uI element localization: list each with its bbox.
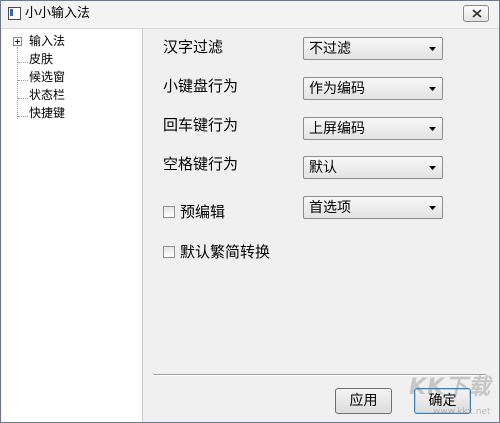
tree-item-label: 快捷键 <box>29 106 66 120</box>
hanzi-filter-value: 不过滤 <box>309 41 351 57</box>
chevron-down-icon <box>429 127 436 131</box>
small-keyboard-select[interactable]: 作为编码 <box>303 77 443 100</box>
space-key-label: 空格键行为 <box>163 155 239 173</box>
watermark-logo: KK下载 <box>409 375 492 400</box>
default-trad-simp-label: 默认繁简转换 <box>180 243 271 261</box>
small-keyboard-label: 小键盘行为 <box>163 77 239 95</box>
tree-item-shortcuts[interactable]: 快捷键 <box>29 104 65 122</box>
tree-item-candidate-window[interactable]: 候选窗 <box>29 68 65 86</box>
app-icon <box>8 7 21 20</box>
enter-key-label: 回车键行为 <box>163 116 239 134</box>
space-key-select[interactable]: 默认 <box>303 156 443 179</box>
hanzi-filter-select[interactable]: 不过滤 <box>303 37 443 60</box>
pre-edit-select[interactable]: 首选项 <box>303 196 443 219</box>
hanzi-filter-label: 汉字过滤 <box>163 38 224 56</box>
tree-item-label: 候选窗 <box>29 70 66 84</box>
chevron-down-icon <box>429 206 436 210</box>
tree-item-input-method[interactable]: 输入法 <box>29 32 65 50</box>
settings-window: 小小输入法 输入法 皮肤 候选窗 状态栏 快捷键 汉字过滤 不过滤 小键盘行为 … <box>0 0 500 423</box>
enter-key-select[interactable]: 上屏编码 <box>303 117 443 140</box>
close-icon <box>472 9 482 18</box>
tree-connector <box>18 98 28 100</box>
small-keyboard-value: 作为编码 <box>309 81 365 97</box>
tree-item-skin[interactable]: 皮肤 <box>29 50 53 68</box>
tree-item-label: 皮肤 <box>29 52 54 66</box>
settings-tree: 输入法 皮肤 候选窗 状态栏 快捷键 <box>2 29 143 422</box>
window-title: 小小输入法 <box>25 6 91 21</box>
tree-connector <box>17 47 19 119</box>
chevron-down-icon <box>429 166 436 170</box>
tree-item-status-bar[interactable]: 状态栏 <box>29 86 65 104</box>
close-button[interactable] <box>463 5 489 22</box>
chevron-down-icon <box>429 47 436 51</box>
chevron-down-icon <box>429 87 436 91</box>
space-key-value: 默认 <box>309 160 337 176</box>
watermark-url: www.kkx.net <box>433 407 491 417</box>
tree-connector <box>18 62 28 64</box>
default-trad-simp-checkbox[interactable] <box>163 246 175 258</box>
title-bar: 小小输入法 <box>1 1 499 29</box>
pre-edit-label: 预编辑 <box>180 203 226 221</box>
pre-edit-checkbox[interactable] <box>163 206 175 218</box>
tree-connector <box>18 116 28 118</box>
pre-edit-value: 首选项 <box>309 200 351 216</box>
tree-connector <box>18 80 28 82</box>
expand-icon[interactable] <box>13 37 22 46</box>
tree-item-label: 状态栏 <box>29 88 66 102</box>
enter-key-value: 上屏编码 <box>309 121 365 137</box>
apply-button[interactable]: 应用 <box>335 388 392 414</box>
tree-item-label: 输入法 <box>29 34 66 48</box>
